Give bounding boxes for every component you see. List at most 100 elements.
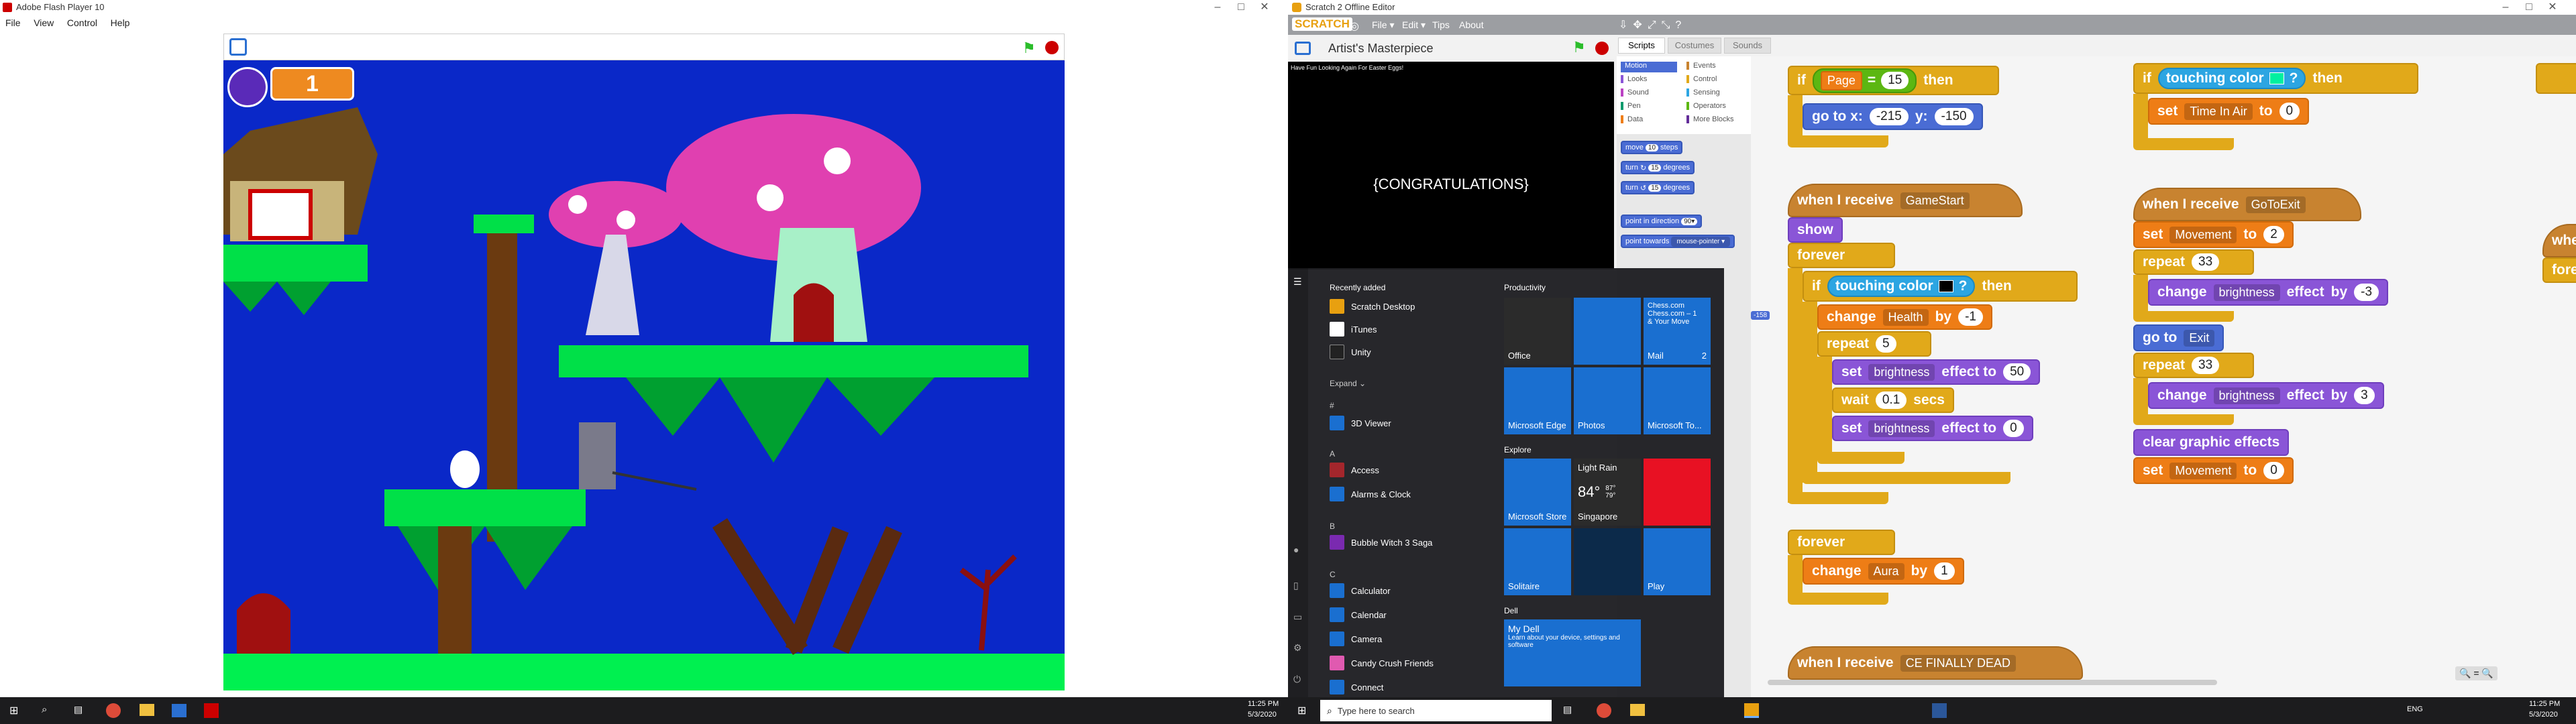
close-button[interactable]: ✕ <box>1241 0 1288 15</box>
menu-edit[interactable]: Edit ▾ <box>1402 19 1426 31</box>
letter-b[interactable]: B <box>1330 522 1335 531</box>
change-brightness-minus3-block[interactable]: change brightness effect by -3 <box>2148 279 2389 306</box>
app-access[interactable]: Access <box>1330 463 1379 477</box>
menu-view[interactable]: View <box>34 17 54 28</box>
tile-defender[interactable] <box>1574 528 1641 595</box>
app-bubble-witch[interactable]: Bubble Witch 3 Saga <box>1330 535 1432 550</box>
user-icon[interactable]: ● <box>1293 544 1299 555</box>
fullscreen-icon[interactable] <box>229 38 247 56</box>
change-aura-block[interactable]: change Aura by 1 <box>1803 558 1964 585</box>
category-data[interactable]: Data <box>1621 115 1643 123</box>
category-motion[interactable]: Motion <box>1621 62 1677 72</box>
tile-office[interactable]: Office <box>1504 298 1571 365</box>
tile-my-dell[interactable]: My Dell Learn about your device, setting… <box>1504 619 1641 686</box>
if-page-block[interactable]: if Page = 15 then <box>1788 66 1999 95</box>
category-looks[interactable]: Looks <box>1621 75 1647 83</box>
tile-mail[interactable]: Chess.com Chess.com – 1 & Your Move Mail 2 <box>1644 298 1711 365</box>
app-scratch-desktop[interactable]: Scratch Desktop <box>1330 299 1415 314</box>
date-left[interactable]: 5/3/2020 <box>1248 711 1277 719</box>
game-stage[interactable]: 1 <box>223 60 1065 690</box>
taskview-icon[interactable]: ▤ <box>74 704 83 715</box>
when-receive-ce-finally-dead-hat[interactable]: when I receive CE FINALLY DEAD <box>1788 646 2083 680</box>
date-right[interactable]: 5/3/2020 <box>2529 711 2558 719</box>
tab-costumes[interactable]: Costumes <box>1668 38 1721 54</box>
menu-file[interactable]: File ▾ <box>1372 19 1394 31</box>
green-flag-icon[interactable]: ⚑ <box>1022 40 1036 57</box>
letter-hash[interactable]: # <box>1330 401 1334 410</box>
partial-when-hat[interactable]: when <box>2542 224 2576 257</box>
repeat-33-block[interactable]: repeat 33 <box>2133 249 2254 275</box>
set-brightness-50-block[interactable]: set brightness effect to 50 <box>1832 359 2041 385</box>
app-calculator[interactable]: Calculator <box>1330 583 1391 598</box>
tile-store[interactable]: Microsoft Store <box>1504 459 1571 526</box>
forever-aura-block[interactable]: forever <box>1788 530 1895 555</box>
menu-about[interactable]: About <box>1459 19 1484 30</box>
time-left[interactable]: 11:25 PM <box>1248 700 1279 708</box>
app-itunes[interactable]: iTunes <box>1330 322 1377 337</box>
pictures-icon[interactable]: ▭ <box>1293 611 1302 623</box>
menu-control[interactable]: Control <box>67 17 97 28</box>
goto-xy-block[interactable]: go to x: -215 y: -150 <box>1803 103 1983 130</box>
settings-icon[interactable]: ⚙ <box>1293 642 1302 654</box>
menu-tips[interactable]: Tips <box>1432 19 1450 30</box>
taskview-icon[interactable]: ▤ <box>1563 704 1572 715</box>
category-sound[interactable]: Sound <box>1621 88 1649 97</box>
when-receive-gotoexit-hat[interactable]: when I receive GoToExit <box>2133 188 2361 221</box>
menu-file[interactable]: File <box>5 17 21 28</box>
scratch-task-icon[interactable] <box>1744 703 1759 718</box>
change-brightness-3-block[interactable]: change brightness effect by 3 <box>2148 382 2384 409</box>
tab-scripts[interactable]: Scripts <box>1618 38 1665 54</box>
palette-point-towards-block[interactable]: point towards mouse-pointer ▾ <box>1621 235 1735 248</box>
document-icon[interactable]: ▯ <box>1293 580 1299 591</box>
set-brightness-0-block[interactable]: set brightness effect to 0 <box>1832 416 2033 441</box>
explorer-icon[interactable] <box>1630 704 1645 716</box>
word-icon[interactable] <box>1932 703 1947 718</box>
store-icon[interactable] <box>172 704 186 717</box>
tile-photos[interactable]: Photos <box>1574 367 1641 434</box>
search-icon[interactable]: ⌕ <box>42 704 47 715</box>
app-camera[interactable]: Camera <box>1330 631 1382 646</box>
hamburger-icon[interactable]: ☰ <box>1293 276 1302 288</box>
chrome-icon[interactable] <box>1597 703 1611 718</box>
palette-turn-left-block[interactable]: turn ↺ 15 degrees <box>1621 181 1695 194</box>
tile-play[interactable]: Play <box>1644 528 1711 595</box>
forever-block[interactable]: forever <box>1788 243 1895 268</box>
category-events[interactable]: Events <box>1686 62 1716 70</box>
app-calendar[interactable]: Calendar <box>1330 607 1387 622</box>
category-pen[interactable]: Pen <box>1621 102 1641 110</box>
time-right[interactable]: 11:25 PM <box>2529 700 2560 708</box>
tab-sounds[interactable]: Sounds <box>1724 38 1771 54</box>
app-alarms[interactable]: Alarms & Clock <box>1330 487 1411 501</box>
app-connect[interactable]: Connect <box>1330 680 1383 695</box>
tile-todo[interactable]: Microsoft To... <box>1644 367 1711 434</box>
globe-icon[interactable]: ◎ <box>1350 19 1359 33</box>
tile-news[interactable] <box>1644 459 1711 526</box>
stop-icon[interactable] <box>1045 41 1059 54</box>
language-indicator[interactable]: ENG <box>2407 705 2423 713</box>
explorer-icon[interactable] <box>140 704 154 716</box>
zoom-controls[interactable]: 🔍 = 🔍 <box>2455 666 2498 680</box>
category-more-blocks[interactable]: More Blocks <box>1686 115 1734 123</box>
wait-block[interactable]: wait 0.1 secs <box>1832 387 1954 413</box>
palette-move-block[interactable]: move 10 steps <box>1621 141 1683 154</box>
start-button[interactable]: ⊞ <box>1297 704 1306 717</box>
search-box[interactable]: ⌕ Type here to search <box>1320 700 1552 721</box>
presentation-mode-icon[interactable] <box>1295 42 1311 55</box>
palette-turn-right-block[interactable]: turn ↻ 15 degrees <box>1621 161 1695 174</box>
app-3d-viewer[interactable]: 3D Viewer <box>1330 416 1391 430</box>
chrome-icon[interactable] <box>106 703 121 718</box>
tile-office-apps[interactable] <box>1574 298 1641 365</box>
close-button[interactable]: ✕ <box>2529 0 2576 15</box>
tile-edge[interactable]: Microsoft Edge <box>1504 367 1571 434</box>
flash-task-icon[interactable] <box>204 703 219 718</box>
category-sensing[interactable]: Sensing <box>1686 88 1720 97</box>
stop-icon[interactable] <box>1595 42 1609 55</box>
app-candy-crush[interactable]: Candy Crush Friends <box>1330 656 1434 670</box>
power-icon[interactable]: ⏻ <box>1293 674 1301 685</box>
palette-point-direction-block[interactable]: point in direction 90▾ <box>1621 215 1703 228</box>
when-receive-gamestart-hat[interactable]: when I receive GameStart <box>1788 184 2023 217</box>
scratch-stage[interactable]: Have Fun Looking Again For Easter Eggs! … <box>1288 62 1614 269</box>
clear-graphic-effects-block[interactable]: clear graphic effects <box>2133 429 2290 456</box>
if-touching-color-block[interactable]: if touching color? then <box>1803 271 2078 302</box>
repeat-block[interactable]: repeat 5 <box>1817 331 1931 357</box>
